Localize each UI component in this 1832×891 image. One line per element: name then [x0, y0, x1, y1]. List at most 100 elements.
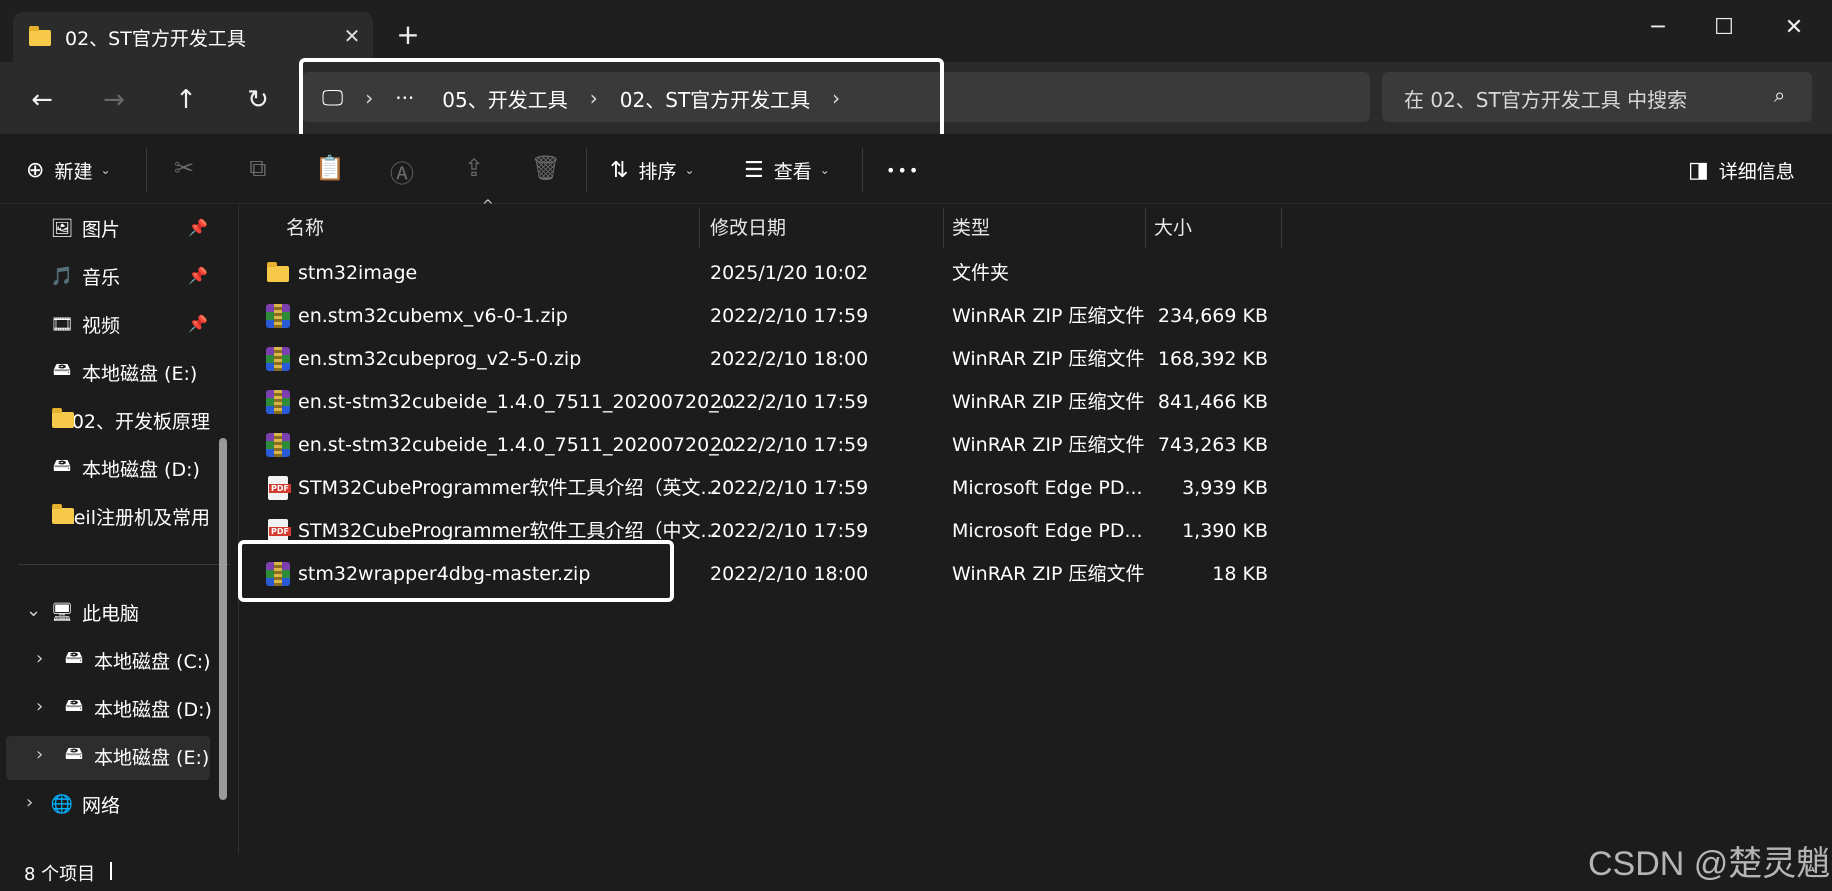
column-header-size[interactable]: 大小 — [1146, 208, 1282, 248]
pin-icon[interactable]: 📌 — [188, 314, 208, 333]
drive-icon: 🖴 — [64, 647, 84, 668]
file-date: 2022/2/10 18:00 — [710, 563, 869, 585]
up-button[interactable]: ↑ — [166, 80, 206, 120]
close-button[interactable]: ✕ — [1764, 8, 1824, 48]
copy-icon[interactable]: ⧉ — [240, 154, 276, 182]
maximize-button[interactable]: ☐ — [1694, 8, 1754, 48]
sidebar-item-label: 本地磁盘 (E:) — [94, 746, 210, 769]
tab-close-icon[interactable]: ✕ — [339, 24, 365, 48]
file-size — [1150, 252, 1268, 294]
tab-active[interactable]: 02、ST官方开发工具 ✕ — [13, 12, 373, 62]
rename-icon[interactable]: Ⓐ — [384, 154, 420, 189]
details-pane-icon: ◨ — [1688, 157, 1709, 183]
cut-icon[interactable]: ✂ — [166, 154, 202, 182]
column-header-name[interactable]: 名称 — [278, 208, 700, 248]
chevron-right-icon[interactable]: › — [36, 696, 43, 717]
file-size: 234,669 KB — [1157, 305, 1268, 327]
file-row[interactable]: en.stm32cubeprog_v2-5-0.zip 2022/2/10 18:… — [240, 338, 1270, 380]
file-row[interactable]: en.stm32cubemx_v6-0-1.zip 2022/2/10 17:59… — [240, 295, 1270, 337]
chevron-down-icon: ⌄ — [819, 163, 830, 177]
view-label: 查看 — [773, 160, 812, 183]
sidebar-item-label: 视频 — [82, 314, 121, 337]
sidebar-scrollbar[interactable] — [219, 438, 227, 800]
sidebar-item-label: 本地磁盘 (E:) — [82, 362, 198, 385]
folder-icon — [266, 261, 290, 285]
sidebar-item-network[interactable]: 🌐 网络 — [50, 784, 210, 824]
toolbar-divider — [586, 148, 587, 192]
details-label: 详细信息 — [1718, 160, 1795, 183]
sidebar-item-videos[interactable]: 🎞 视频 — [50, 304, 210, 344]
sidebar-item-folder-devboard[interactable]: 02、开发板原理 — [50, 400, 210, 440]
sidebar-item-label: 网络 — [82, 794, 121, 817]
sidebar-item-label: 本地磁盘 (D:) — [82, 458, 200, 481]
sidebar-item-folder-keil[interactable]: keil注册机及常用 — [50, 496, 210, 536]
file-row[interactable]: en.st-stm32cubeide_1.4.0_7511_20200720_.… — [240, 381, 1270, 423]
file-date: 2022/2/10 17:59 — [710, 434, 869, 456]
annotation-box — [299, 58, 944, 141]
search-icon[interactable]: ⌕ — [1774, 83, 1785, 107]
annotation-box — [238, 540, 674, 602]
file-size: 841,466 KB — [1157, 391, 1268, 413]
file-row[interactable]: en.st-stm32cubeide_1.4.0_7511_20200720_.… — [240, 424, 1270, 466]
file-size: 18 KB — [1212, 563, 1268, 585]
file-row[interactable]: stm32image 2025/1/20 10:02 文件夹 — [240, 252, 1270, 294]
sort-label: 排序 — [638, 160, 677, 183]
more-options-icon[interactable]: ••• — [886, 150, 920, 190]
column-header-type[interactable]: 类型 — [944, 208, 1146, 248]
file-type: WinRAR ZIP 压缩文件 — [952, 391, 1145, 413]
pin-icon[interactable]: 📌 — [188, 266, 208, 285]
sidebar-item-label: 02、开发板原理 — [71, 410, 210, 433]
column-header-date[interactable]: 修改日期 — [702, 208, 944, 248]
forward-button[interactable]: → — [94, 80, 134, 120]
zip-archive-icon — [266, 433, 290, 457]
sidebar-item-drive-c[interactable]: 🖴 本地磁盘 (C:) — [62, 640, 222, 680]
zip-archive-icon — [266, 390, 290, 414]
delete-icon[interactable]: 🗑 — [528, 154, 564, 182]
file-size: 1,390 KB — [1182, 520, 1268, 542]
sidebar-item-label: 音乐 — [82, 266, 121, 289]
refresh-button[interactable]: ↻ — [238, 80, 278, 120]
share-icon[interactable]: ⇪ — [456, 154, 492, 182]
pin-icon[interactable]: 📌 — [188, 218, 208, 237]
search-box[interactable]: 在 02、ST官方开发工具 中搜索 ⌕ — [1382, 72, 1812, 122]
chevron-right-icon[interactable]: › — [26, 792, 33, 813]
computer-icon: 🖥 — [50, 601, 74, 623]
pdf-icon — [266, 476, 291, 500]
chevron-right-icon[interactable]: › — [36, 744, 43, 765]
sidebar-item-drive-e[interactable]: 🖴 本地磁盘 (E:) — [50, 352, 210, 392]
file-date: 2022/2/10 17:59 — [710, 391, 869, 413]
pane-divider[interactable] — [238, 204, 239, 854]
new-button[interactable]: ⊕ 新建 ⌄ — [26, 150, 111, 190]
sidebar-item-pictures[interactable]: 🖼 图片 — [50, 208, 210, 248]
paste-icon[interactable]: 📋 — [312, 154, 348, 182]
chevron-down-icon[interactable]: ⌄ — [26, 600, 41, 621]
new-tab-button[interactable]: + — [393, 18, 423, 52]
sort-ascending-icon: ^ — [482, 198, 494, 214]
sidebar-item-music[interactable]: 🎵 音乐 — [50, 256, 210, 296]
network-icon: 🌐 — [50, 793, 74, 815]
view-button[interactable]: ☰ 查看 ⌄ — [744, 150, 830, 190]
back-button[interactable]: ← — [22, 80, 62, 120]
view-list-icon: ☰ — [744, 157, 764, 183]
chevron-right-icon[interactable]: › — [36, 648, 43, 669]
file-row[interactable]: STM32CubeProgrammer软件工具介绍（英文...2022/2/10… — [240, 467, 1270, 509]
sidebar-item-drive-d2[interactable]: 🖴 本地磁盘 (D:) — [62, 688, 222, 728]
drive-icon: 🖴 — [52, 359, 72, 380]
file-size: 3,939 KB — [1182, 477, 1268, 499]
sidebar-item-drive-d[interactable]: 🖴 本地磁盘 (D:) — [50, 448, 210, 488]
minimize-button[interactable]: ─ — [1628, 8, 1688, 48]
toolbar-divider — [146, 148, 147, 192]
tab-title: 02、ST官方开发工具 — [65, 28, 246, 50]
sidebar-item-label: 本地磁盘 (C:) — [94, 650, 211, 673]
details-button[interactable]: ◨ 详细信息 — [1688, 150, 1795, 190]
file-type: 文件夹 — [952, 262, 1010, 284]
sidebar-item-this-pc[interactable]: 🖥 此电脑 — [50, 592, 210, 632]
new-label: 新建 — [54, 160, 93, 183]
sort-button[interactable]: ⇅ 排序 ⌄ — [610, 150, 695, 190]
sidebar-item-drive-e2[interactable]: 🖴 本地磁盘 (E:) — [62, 736, 222, 776]
toolbar-divider — [862, 148, 863, 192]
status-divider — [110, 862, 112, 880]
search-input[interactable]: 在 02、ST官方开发工具 中搜索 — [1404, 84, 1687, 113]
status-bar — [0, 854, 1832, 891]
videos-icon: 🎞 — [50, 313, 74, 335]
